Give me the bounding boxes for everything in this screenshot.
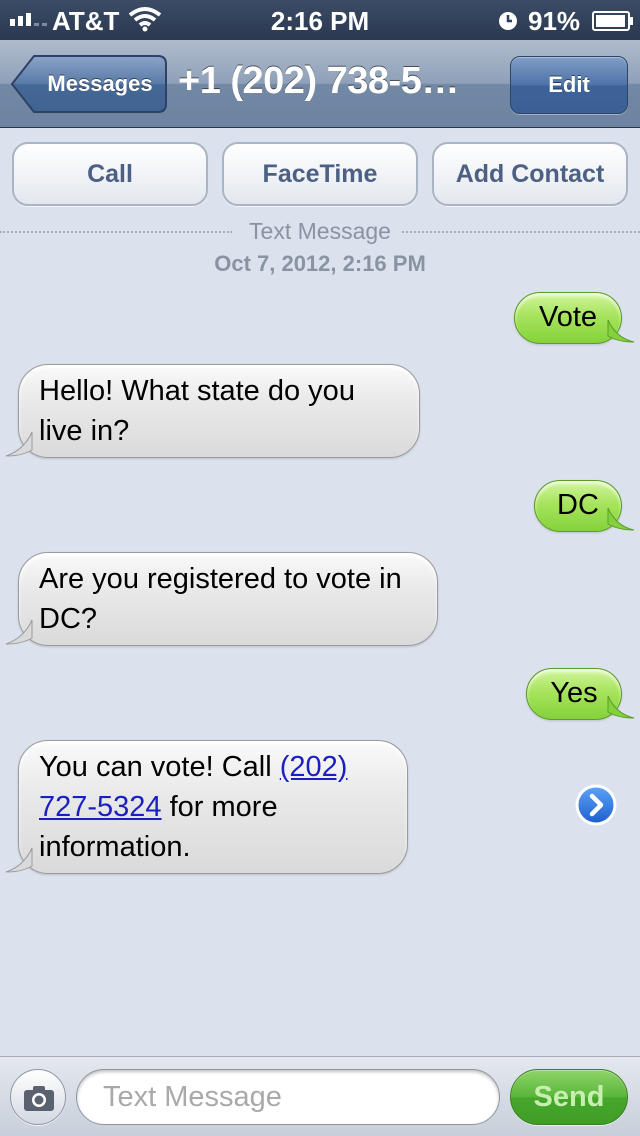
status-bar: AT&T 2:16 PM 91%	[0, 0, 640, 40]
message-text: Yes	[550, 677, 598, 709]
battery-percent: 91%	[528, 6, 581, 36]
back-button-label: Messages	[47, 71, 153, 96]
received-message-bubble[interactable]: You can vote! Call (202) 727-5324 for mo…	[18, 740, 408, 874]
bubble-tail	[607, 507, 635, 531]
bubble-tail	[607, 695, 635, 719]
add-contact-button[interactable]: Add Contact	[432, 142, 628, 206]
message-text-before: You can vote! Call	[39, 751, 280, 783]
conversation-date: Oct 7, 2012, 2:16 PM	[214, 251, 426, 276]
camera-icon	[24, 1086, 54, 1111]
back-button[interactable]: Messages	[10, 54, 168, 114]
disclosure-icon[interactable]	[575, 784, 617, 826]
conversation-separator: Text Message	[0, 218, 640, 246]
message-text: Hello! What state do you live in?	[39, 375, 355, 447]
message-text: Are you registered to vote in DC?	[39, 563, 402, 635]
received-message-bubble[interactable]: Are you registered to vote in DC?	[18, 552, 438, 646]
facetime-button[interactable]: FaceTime	[222, 142, 418, 206]
alarm-icon	[499, 12, 517, 30]
bubble-tail	[607, 319, 635, 343]
send-button[interactable]: Send	[510, 1069, 628, 1125]
bubble-tail	[5, 847, 33, 873]
received-message-bubble[interactable]: Hello! What state do you live in?	[18, 364, 420, 458]
bubble-tail	[5, 619, 33, 645]
message-input[interactable]	[76, 1069, 500, 1125]
message-input-bar: Send	[0, 1056, 640, 1136]
camera-button[interactable]	[10, 1069, 66, 1125]
bubble-tail	[5, 431, 33, 457]
message-type-label: Text Message	[239, 218, 401, 244]
message-text: DC	[557, 489, 599, 521]
call-button[interactable]: Call	[12, 142, 208, 206]
battery-icon	[592, 11, 633, 31]
message-text: Vote	[538, 301, 598, 333]
edit-button[interactable]: Edit	[510, 56, 628, 114]
contact-title: +1 (202) 738-5…	[178, 60, 459, 102]
navigation-bar: Messages +1 (202) 738-5… Edit	[0, 40, 640, 128]
